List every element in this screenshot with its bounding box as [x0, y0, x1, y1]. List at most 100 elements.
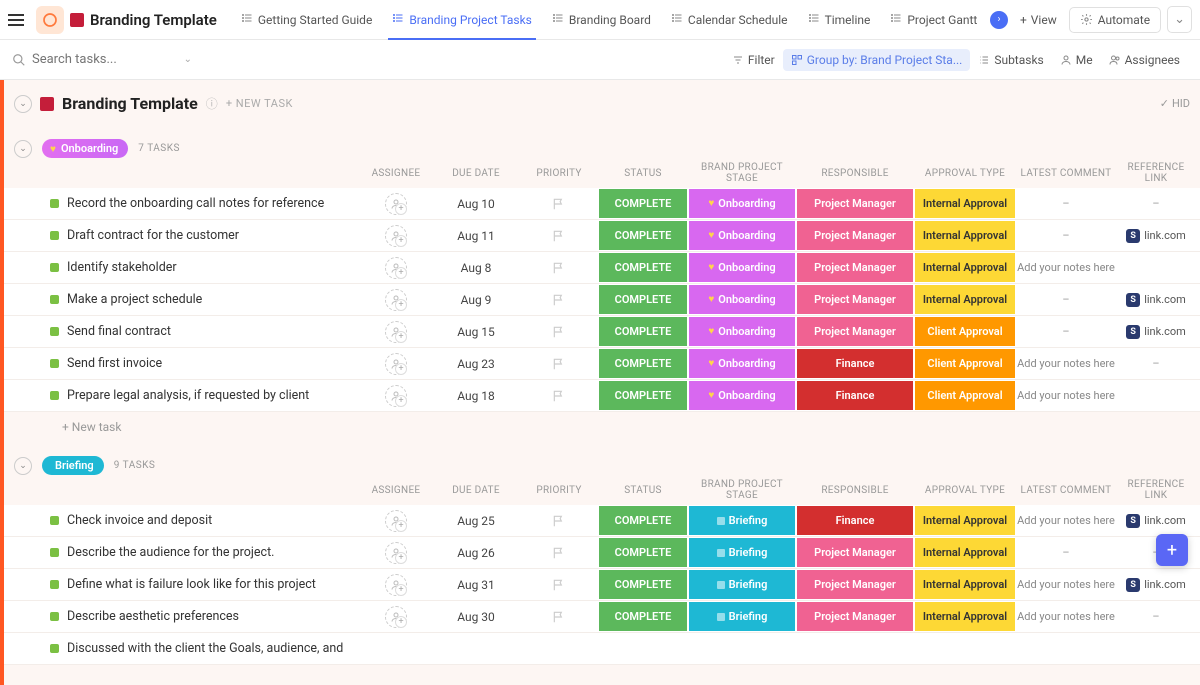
- responsible-badge[interactable]: Finance: [796, 348, 914, 379]
- assignee-add[interactable]: [385, 510, 407, 532]
- responsible-badge[interactable]: Project Manager: [796, 284, 914, 315]
- group-pill[interactable]: Briefing: [42, 456, 104, 475]
- responsible-badge[interactable]: Project Manager: [796, 601, 914, 632]
- task-name[interactable]: Discussed with the client the Goals, aud…: [67, 641, 343, 656]
- tab-getting-started-guide[interactable]: Getting Started Guide: [231, 0, 382, 40]
- task-name[interactable]: Identify stakeholder: [67, 260, 177, 275]
- due-date[interactable]: Aug 30: [432, 610, 520, 624]
- task-row[interactable]: Record the onboarding call notes for ref…: [4, 188, 1200, 220]
- status-badge[interactable]: COMPLETE: [598, 220, 688, 251]
- task-status-square[interactable]: [50, 199, 59, 208]
- task-name[interactable]: Define what is failure look like for thi…: [67, 577, 316, 592]
- approval-badge[interactable]: Internal Approval: [914, 284, 1016, 315]
- hide-button[interactable]: ✓ HID: [1160, 97, 1190, 110]
- subtasks-button[interactable]: Subtasks: [970, 49, 1051, 71]
- task-name[interactable]: Send final contract: [67, 324, 171, 339]
- col-due[interactable]: DUE DATE: [432, 485, 520, 496]
- col-assignee[interactable]: ASSIGNEE: [360, 485, 432, 496]
- link-text[interactable]: link.com: [1144, 325, 1186, 338]
- stage-badge[interactable]: Briefing: [688, 537, 796, 568]
- status-badge[interactable]: COMPLETE: [598, 601, 688, 632]
- new-task-button[interactable]: + NEW TASK: [226, 97, 293, 110]
- more-options[interactable]: ⌄: [1167, 6, 1192, 33]
- task-name[interactable]: Prepare legal analysis, if requested by …: [67, 388, 309, 403]
- task-status-square[interactable]: [50, 231, 59, 240]
- comment-placeholder[interactable]: Add your notes here: [1017, 357, 1115, 370]
- add-task-row[interactable]: + New task: [4, 412, 1200, 438]
- filter-button[interactable]: Filter: [724, 49, 783, 71]
- automate-button[interactable]: Automate: [1069, 7, 1161, 33]
- col-comment[interactable]: LATEST COMMENT: [1016, 485, 1116, 496]
- responsible-badge[interactable]: Project Manager: [796, 188, 914, 219]
- add-view-button[interactable]: + View: [1012, 9, 1065, 31]
- tab-project-gantt[interactable]: Project Gantt: [880, 0, 986, 40]
- task-row[interactable]: Describe aesthetic preferences Aug 30 CO…: [4, 601, 1200, 633]
- col-approval[interactable]: APPROVAL TYPE: [914, 485, 1016, 496]
- assignee-add[interactable]: [385, 225, 407, 247]
- status-badge[interactable]: COMPLETE: [598, 316, 688, 347]
- stage-badge[interactable]: ♥Onboarding: [688, 348, 796, 379]
- due-date[interactable]: Aug 31: [432, 578, 520, 592]
- due-date[interactable]: Aug 11: [432, 229, 520, 243]
- col-status[interactable]: STATUS: [598, 485, 688, 496]
- task-name[interactable]: Make a project schedule: [67, 292, 202, 307]
- responsible-badge[interactable]: Project Manager: [796, 537, 914, 568]
- tabs-scroll-right[interactable]: ›: [990, 11, 1008, 29]
- stage-badge[interactable]: ♥Onboarding: [688, 220, 796, 251]
- approval-badge[interactable]: Client Approval: [914, 348, 1016, 379]
- approval-badge[interactable]: Internal Approval: [914, 220, 1016, 251]
- col-responsible[interactable]: RESPONSIBLE: [796, 168, 914, 179]
- due-date[interactable]: Aug 18: [432, 389, 520, 403]
- comment-placeholder[interactable]: Add your notes here: [1017, 578, 1115, 591]
- comment-placeholder[interactable]: Add your notes here: [1017, 261, 1115, 274]
- assignee-add[interactable]: [385, 542, 407, 564]
- app-logo[interactable]: [36, 6, 64, 34]
- task-status-square[interactable]: [50, 359, 59, 368]
- stage-badge[interactable]: ♥Onboarding: [688, 380, 796, 411]
- collapse-group-button[interactable]: ⌄: [14, 457, 32, 475]
- approval-badge[interactable]: Internal Approval: [914, 505, 1016, 536]
- status-badge[interactable]: COMPLETE: [598, 537, 688, 568]
- due-date[interactable]: Aug 23: [432, 357, 520, 371]
- flag-icon[interactable]: [552, 293, 566, 307]
- col-priority[interactable]: PRIORITY: [520, 168, 598, 179]
- task-row[interactable]: Check invoice and deposit Aug 25 COMPLET…: [4, 505, 1200, 537]
- menu-icon[interactable]: [8, 10, 28, 30]
- assignee-add[interactable]: [385, 385, 407, 407]
- approval-badge[interactable]: Internal Approval: [914, 252, 1016, 283]
- assignee-add[interactable]: [385, 606, 407, 628]
- task-status-square[interactable]: [50, 327, 59, 336]
- task-row[interactable]: Make a project schedule Aug 9 COMPLETE ♥…: [4, 284, 1200, 316]
- due-date[interactable]: Aug 10: [432, 197, 520, 211]
- col-stage[interactable]: BRAND PROJECT STAGE: [688, 479, 796, 501]
- stage-badge[interactable]: Briefing: [688, 569, 796, 600]
- task-name[interactable]: Check invoice and deposit: [67, 513, 212, 528]
- flag-icon[interactable]: [552, 514, 566, 528]
- due-date[interactable]: Aug 15: [432, 325, 520, 339]
- tab-branding-project-tasks[interactable]: Branding Project Tasks: [382, 0, 542, 40]
- status-badge[interactable]: COMPLETE: [598, 380, 688, 411]
- task-row[interactable]: Send first invoice Aug 23 COMPLETE ♥Onbo…: [4, 348, 1200, 380]
- status-badge[interactable]: COMPLETE: [598, 569, 688, 600]
- col-link[interactable]: REFERENCE LINK: [1116, 162, 1196, 184]
- col-status[interactable]: STATUS: [598, 168, 688, 179]
- task-status-square[interactable]: [50, 516, 59, 525]
- link-text[interactable]: link.com: [1144, 578, 1186, 591]
- responsible-badge[interactable]: Project Manager: [796, 252, 914, 283]
- responsible-badge[interactable]: Finance: [796, 380, 914, 411]
- flag-icon[interactable]: [552, 546, 566, 560]
- flag-icon[interactable]: [552, 389, 566, 403]
- responsible-badge[interactable]: Project Manager: [796, 569, 914, 600]
- responsible-badge[interactable]: Finance: [796, 505, 914, 536]
- responsible-badge[interactable]: Project Manager: [796, 220, 914, 251]
- assignee-add[interactable]: [385, 353, 407, 375]
- task-row[interactable]: Draft contract for the customer Aug 11 C…: [4, 220, 1200, 252]
- task-name[interactable]: Describe aesthetic preferences: [67, 609, 239, 624]
- task-row[interactable]: Discussed with the client the Goals, aud…: [4, 633, 1200, 665]
- status-badge[interactable]: COMPLETE: [598, 284, 688, 315]
- chevron-down-icon[interactable]: ⌄: [184, 54, 192, 65]
- due-date[interactable]: Aug 8: [432, 261, 520, 275]
- stage-badge[interactable]: ♥Onboarding: [688, 252, 796, 283]
- assignee-add[interactable]: [385, 193, 407, 215]
- task-row[interactable]: Define what is failure look like for thi…: [4, 569, 1200, 601]
